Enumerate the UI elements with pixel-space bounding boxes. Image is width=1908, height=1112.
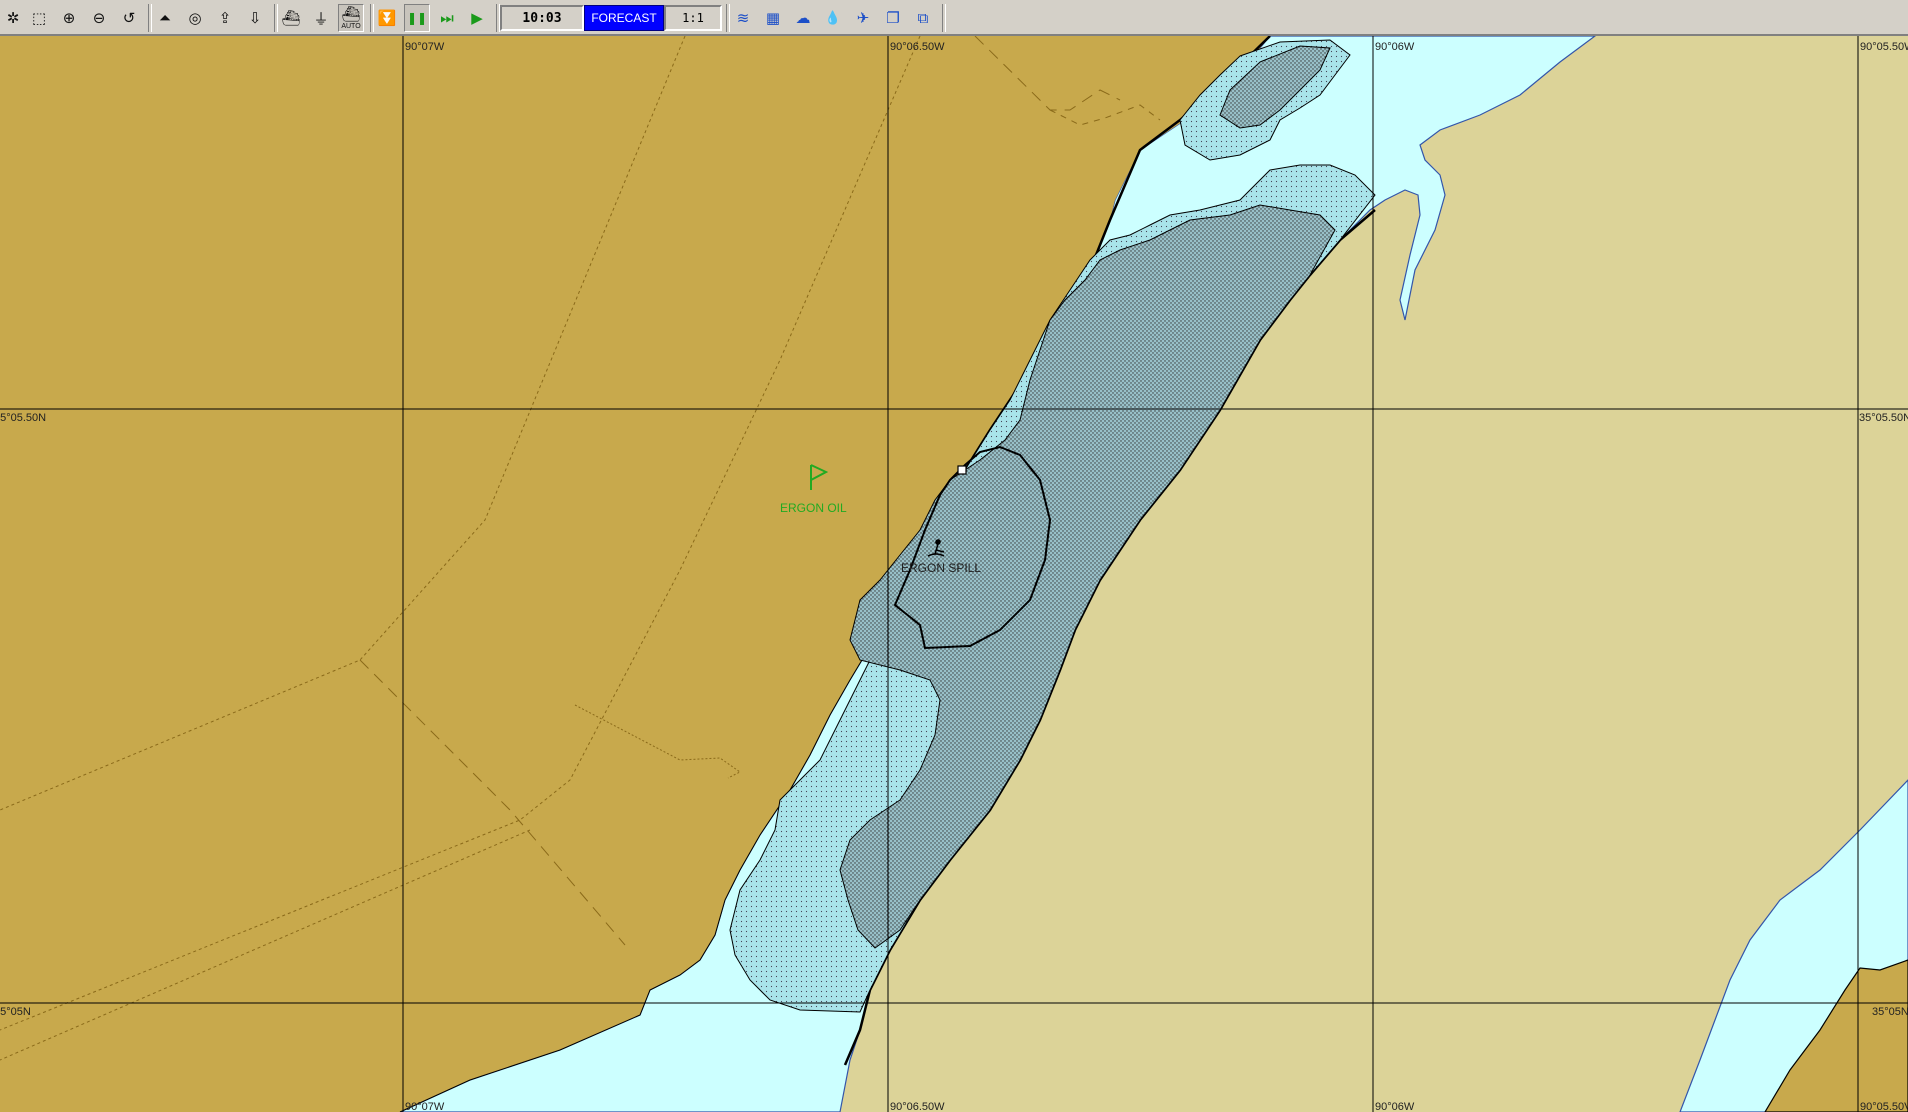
lon-label-bottom-3: 90°06W <box>1375 1101 1415 1112</box>
windows-icon: ⧉ <box>917 9 929 27</box>
compass-button[interactable]: ⏶ <box>152 4 178 32</box>
scale-display: 1:1 <box>664 5 722 31</box>
aircraft-icon: ✈ <box>856 9 870 27</box>
copy-icon: ❐ <box>886 9 900 27</box>
aircraft-button[interactable]: ✈ <box>850 4 876 32</box>
select-tool-button[interactable]: ✲ <box>0 4 26 32</box>
select-tool-icon: ✲ <box>6 9 20 27</box>
zoom-window-icon: ⬚ <box>31 9 47 27</box>
zoom-out-icon: ⊖ <box>92 9 106 27</box>
buoy-icon[interactable] <box>957 465 967 475</box>
play-button[interactable]: ▶ <box>464 4 490 32</box>
time-display: 10:03 <box>500 5 584 31</box>
currents-icon: ≋ <box>736 9 750 27</box>
zoom-in-icon: ⊕ <box>62 9 76 27</box>
windows-button[interactable]: ⧉ <box>910 4 936 32</box>
oil-drop-button[interactable]: 💧 <box>820 4 846 32</box>
zoom-window-button[interactable]: ⬚ <box>26 4 52 32</box>
export-button[interactable]: ⇪ <box>212 4 238 32</box>
grid-button[interactable]: ▦ <box>760 4 786 32</box>
target-icon: ◎ <box>188 9 202 27</box>
zoom-in-button[interactable]: ⊕ <box>56 4 82 32</box>
lon-label-bottom-2: 90°06.50W <box>890 1101 945 1112</box>
pause-button[interactable]: ❚❚ <box>404 4 430 32</box>
oil-drop-icon: 💧 <box>824 10 842 26</box>
auto-label: AUTO <box>341 23 361 30</box>
target-button[interactable]: ◎ <box>182 4 208 32</box>
forecast-button[interactable]: FORECAST <box>584 5 664 31</box>
lon-label-top-2: 90°06.50W <box>890 41 945 53</box>
import-icon: ⇩ <box>248 9 262 27</box>
vessel-button[interactable]: ⛴ <box>278 4 304 32</box>
lat-label-right-1: 35°05.50N <box>1859 412 1908 424</box>
auto-vessel-button[interactable]: ⛴ AUTO <box>338 4 364 32</box>
vessel-icon: ⛴ <box>281 9 301 27</box>
fast-forward-button[interactable]: ⏭ <box>434 4 460 32</box>
toolbar: ✲ ⬚ ⊕ ⊖ ↺ ⏶ ◎ ⇪ ⇩ ⛴ ⏚ ⛴ AUTO ⏬ ❚❚ ⏭ ▶ 10… <box>0 0 1908 36</box>
wind-icon: ☁ <box>795 9 811 27</box>
currents-button[interactable]: ≋ <box>730 4 756 32</box>
copy-button[interactable]: ❐ <box>880 4 906 32</box>
lon-label-bottom-4: 90°05.50V <box>1860 1101 1908 1112</box>
lon-label-bottom-1: 90°07W <box>405 1101 445 1112</box>
lon-label-top-4: 90°05.50W <box>1860 41 1908 53</box>
step-down-icon: ⏬ <box>377 9 397 27</box>
lat-label-left-1: 35°05.50N <box>0 412 46 424</box>
wind-button[interactable]: ☁ <box>790 4 816 32</box>
undo-zoom-button[interactable]: ↺ <box>116 4 142 32</box>
fast-forward-icon: ⏭ <box>440 9 454 27</box>
flag-label: ERGON OIL <box>780 501 847 515</box>
auto-vessel-icon: ⛴ <box>341 5 361 23</box>
export-icon: ⇪ <box>218 9 232 27</box>
chart-map[interactable]: 90°07W 90°06.50W 90°06W 90°05.50W 90°07W… <box>0 36 1908 1112</box>
grid-icon: ▦ <box>765 9 781 27</box>
lon-label-top-1: 90°07W <box>405 41 445 53</box>
toolbar-separator <box>942 4 946 32</box>
lon-label-top-3: 90°06W <box>1375 41 1415 53</box>
boom-button[interactable]: ⏚ <box>308 4 334 32</box>
undo-zoom-icon: ↺ <box>122 9 136 27</box>
compass-icon: ⏶ <box>158 9 171 27</box>
step-down-button[interactable]: ⏬ <box>374 4 400 32</box>
zoom-out-button[interactable]: ⊖ <box>86 4 112 32</box>
pause-icon: ❚❚ <box>406 11 428 25</box>
play-icon: ▶ <box>471 9 483 27</box>
boom-icon: ⏚ <box>313 9 329 28</box>
lat-label-right-2: 35°05N <box>1872 1006 1908 1018</box>
import-button[interactable]: ⇩ <box>242 4 268 32</box>
spill-label: ERGON SPILL <box>901 561 981 575</box>
lat-label-left-2: 35°05N <box>0 1006 31 1018</box>
